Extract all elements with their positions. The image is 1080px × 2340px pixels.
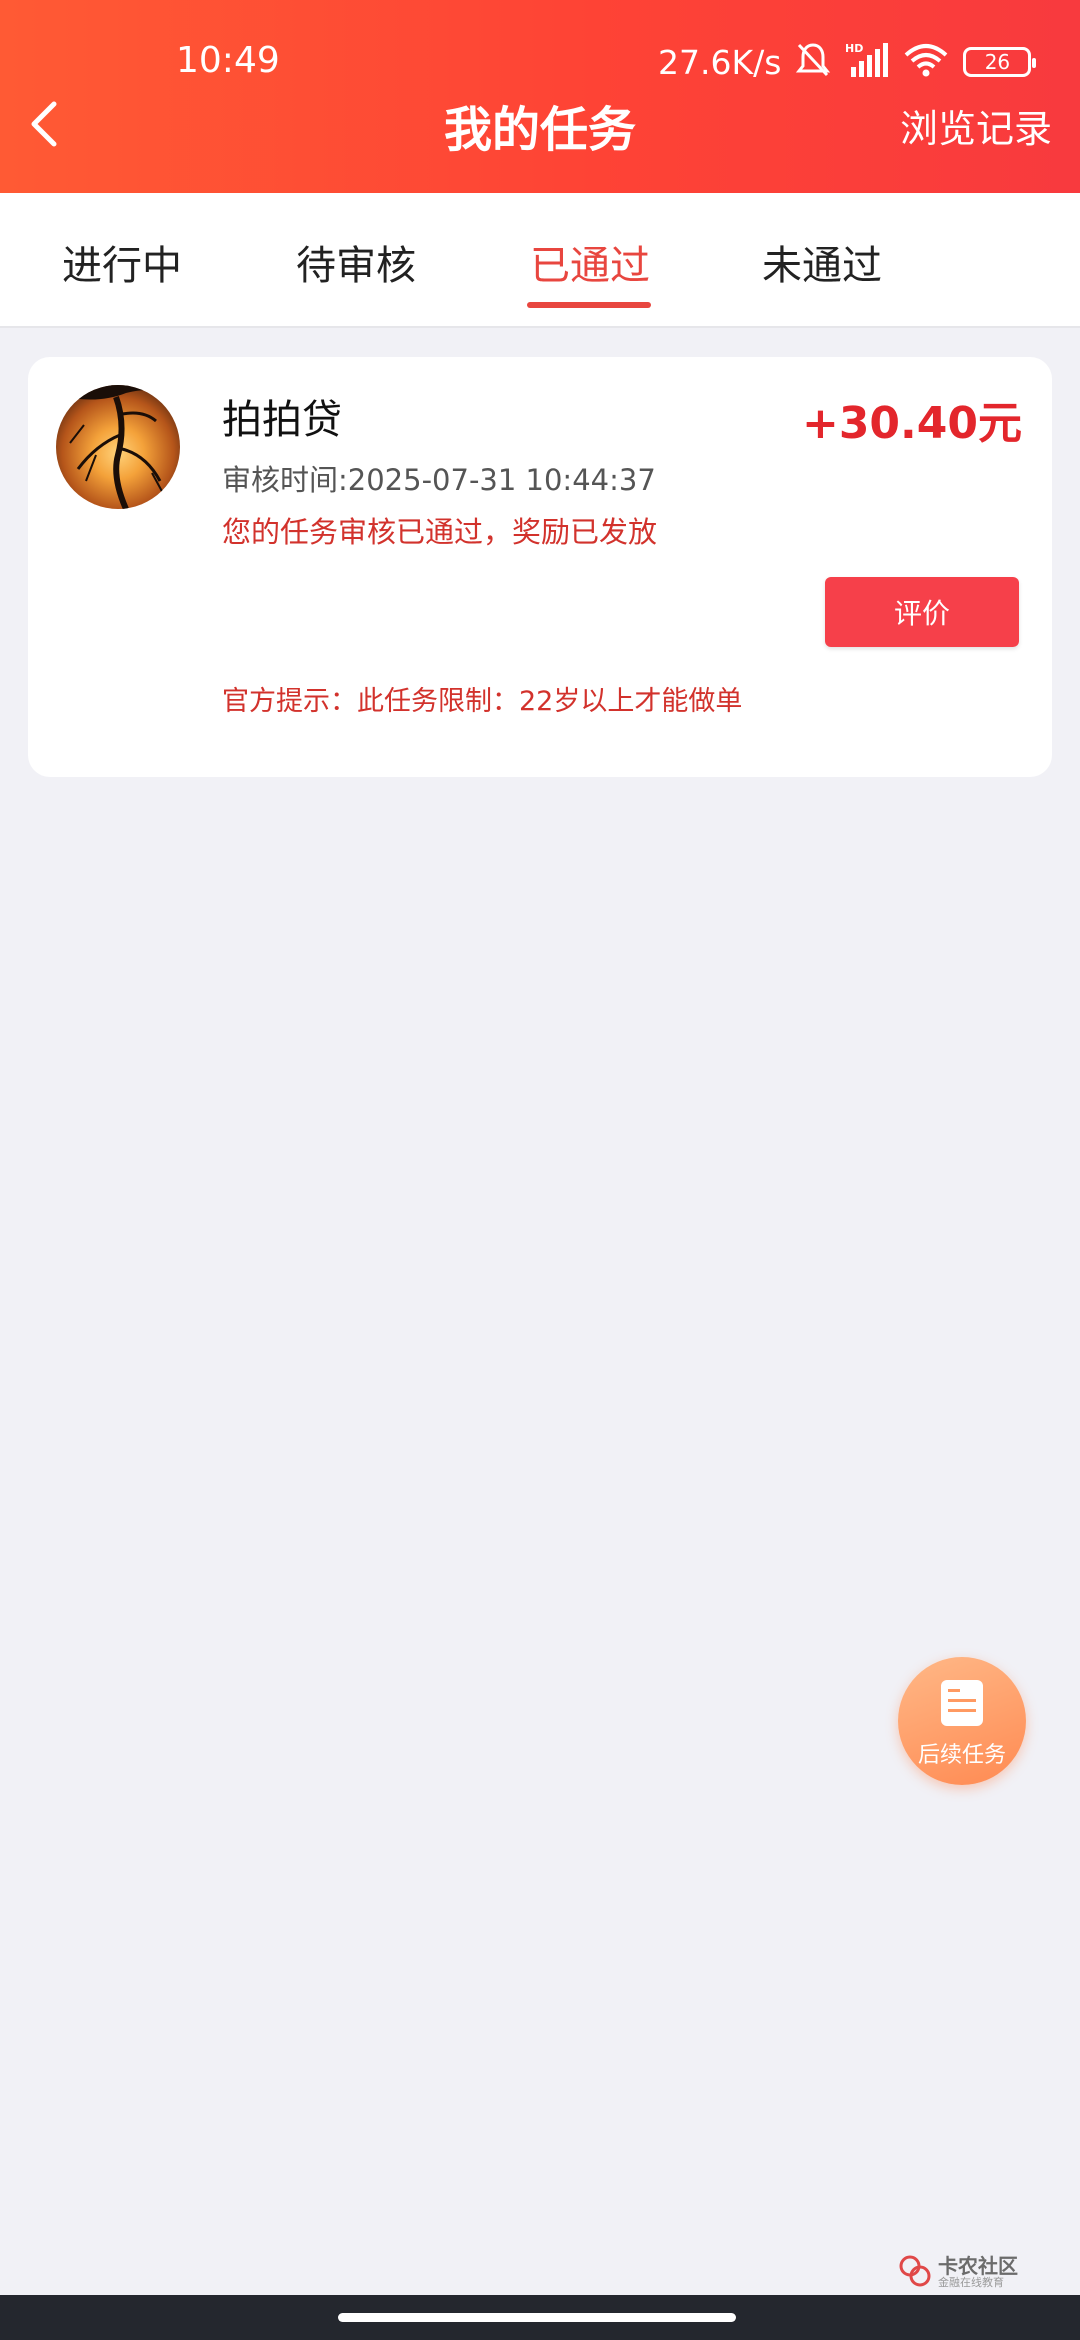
document-list-icon [941, 1680, 983, 1726]
tab-approved[interactable]: 已通过 [530, 233, 650, 291]
approval-status-message: 您的任务审核已通过，奖励已发放 [222, 515, 658, 549]
svg-text:HD: HD [845, 42, 863, 55]
app-header: 10:49 27.6K/s HD 26 我的任务 浏览记录 [0, 0, 1080, 193]
home-indicator[interactable] [338, 2313, 736, 2322]
watermark-subtitle: 金融在线教育 [938, 2276, 1004, 2289]
task-reward: +30.40元 [801, 398, 1022, 449]
tab-in-progress[interactable]: 进行中 [62, 233, 182, 291]
official-tip: 官方提示：此任务限制：22岁以上才能做单 [222, 686, 743, 717]
rate-button[interactable]: 评价 [825, 577, 1019, 647]
follow-up-tasks-label: 后续任务 [917, 1743, 1006, 1768]
tab-pending-review[interactable]: 待审核 [296, 233, 416, 291]
tab-rejected[interactable]: 未通过 [762, 233, 882, 291]
mute-bell-icon [795, 41, 831, 83]
status-icons: 27.6K/s HD 26 [658, 40, 1037, 84]
system-nav-bar [0, 2295, 1080, 2340]
signal-icon: HD [845, 41, 889, 83]
review-time: 审核时间:2025-07-31 10:44:37 [222, 463, 656, 497]
follow-up-tasks-button[interactable]: 后续任务 [898, 1657, 1026, 1785]
network-speed: 27.6K/s [658, 42, 782, 82]
battery-icon: 26 [963, 47, 1037, 77]
task-card[interactable]: 拍拍贷 +30.40元 审核时间:2025-07-31 10:44:37 您的任… [28, 357, 1052, 777]
kanong-logo-icon [899, 2255, 931, 2287]
task-name: 拍拍贷 [222, 397, 342, 443]
browse-history-link[interactable]: 浏览记录 [900, 98, 1052, 153]
status-time: 10:49 [176, 40, 280, 81]
wifi-icon [903, 41, 949, 83]
task-status-tabs: 进行中 待审核 已通过 未通过 [0, 193, 1080, 328]
community-watermark: 卡农社区 金融在线教育 [898, 2250, 1028, 2290]
active-tab-indicator [527, 302, 651, 308]
task-avatar [56, 385, 180, 509]
